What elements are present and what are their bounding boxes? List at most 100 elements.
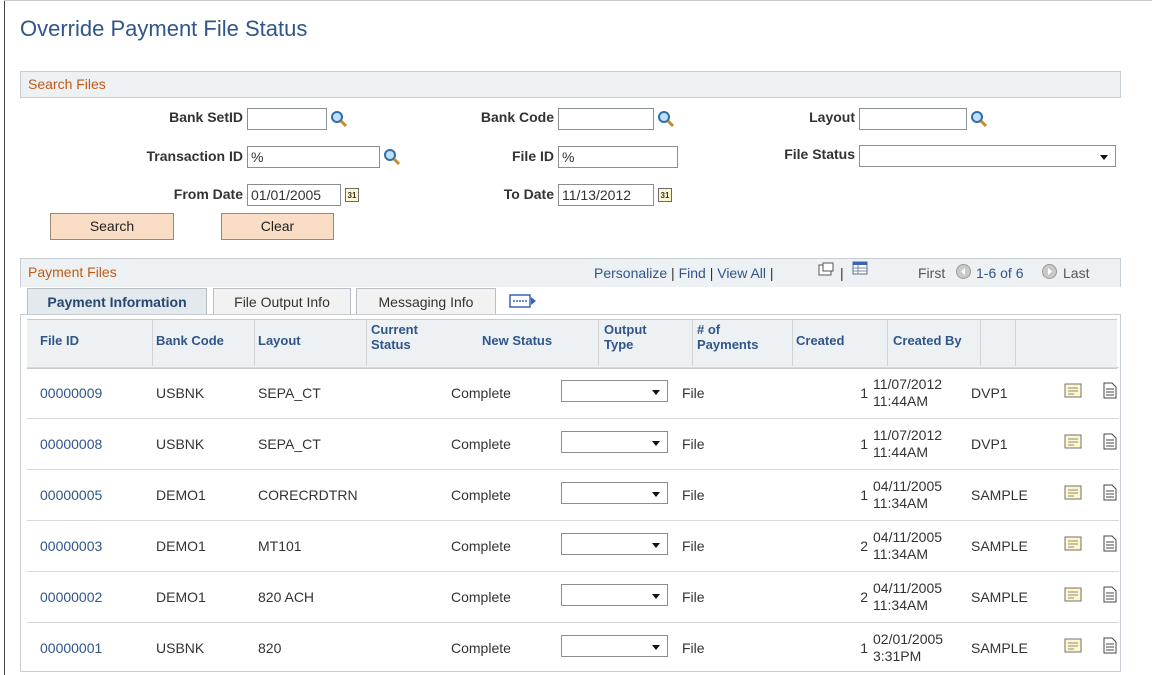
num-payments-cell: 1 <box>860 640 868 656</box>
header-divider <box>887 320 888 366</box>
file-status-label: File Status <box>784 146 855 162</box>
note-icon[interactable] <box>1064 587 1082 603</box>
document-icon[interactable] <box>1103 586 1117 603</box>
layout-cell: CORECRDTRN <box>258 487 358 503</box>
separator: | <box>769 265 774 281</box>
col-created-by[interactable]: Created By <box>893 333 962 348</box>
bank-code-input[interactable] <box>558 108 654 130</box>
col-output-type[interactable]: Output Type <box>604 322 647 352</box>
created-cell: 04/11/2005 11:34AM <box>873 529 942 563</box>
new-status-dropdown-icon <box>652 390 660 395</box>
col-num-payments-line1: # of <box>697 322 721 337</box>
note-icon[interactable] <box>1064 638 1082 654</box>
document-icon[interactable] <box>1103 433 1117 450</box>
bank-code-cell: DEMO1 <box>156 487 206 503</box>
document-icon[interactable] <box>1103 637 1117 654</box>
show-all-columns-icon[interactable] <box>509 294 537 308</box>
file-id-link[interactable]: 00000003 <box>40 538 102 554</box>
file-id-link[interactable]: 00000001 <box>40 640 102 656</box>
first-label: First <box>918 265 946 281</box>
file-id-link[interactable]: 00000008 <box>40 436 102 452</box>
to-date-calendar-icon[interactable]: 31 <box>658 188 672 202</box>
document-icon[interactable] <box>1103 382 1117 399</box>
header-divider <box>152 320 153 366</box>
num-payments-cell: 1 <box>860 385 868 401</box>
tab-payment-information[interactable]: Payment Information <box>27 288 207 315</box>
output-type-cell: File <box>682 640 705 656</box>
note-icon[interactable] <box>1064 536 1082 552</box>
layout-label: Layout <box>809 109 855 125</box>
created-by-cell: SAMPLE <box>971 487 1028 503</box>
col-num-payments-line2: Payments <box>697 337 759 352</box>
file-id-link[interactable]: 00000005 <box>40 487 102 503</box>
from-date-input[interactable]: 01/01/2005 <box>247 184 341 206</box>
created-cell: 02/01/2005 3:31PM <box>873 631 943 665</box>
previous-arrow-icon[interactable] <box>956 264 971 279</box>
bank-code-cell: USBNK <box>156 436 205 452</box>
col-file-id[interactable]: File ID <box>40 333 79 348</box>
current-status-cell: Complete <box>451 640 511 656</box>
file-id-label: File ID <box>511 148 554 164</box>
col-new-status[interactable]: New Status <box>482 333 552 348</box>
created-date: 04/11/2005 <box>873 580 943 596</box>
col-current-status[interactable]: Current Status <box>371 322 418 352</box>
col-bank-code[interactable]: Bank Code <box>156 333 224 348</box>
header-divider <box>980 320 981 366</box>
find-link[interactable]: Find <box>679 265 706 281</box>
file-status-select[interactable] <box>859 145 1116 167</box>
created-cell: 11/07/2012 11:44AM <box>873 427 942 461</box>
new-window-icon[interactable] <box>818 262 834 276</box>
to-date-input[interactable]: 11/13/2012 <box>558 184 654 206</box>
personalize-link[interactable]: Personalize <box>594 265 667 281</box>
output-type-cell: File <box>682 487 705 503</box>
note-icon[interactable] <box>1064 383 1082 399</box>
created-date: 04/11/2005 <box>873 529 943 545</box>
created-by-cell: DVP1 <box>971 385 1008 401</box>
bank-setid-lookup-icon[interactable] <box>330 110 348 128</box>
document-icon[interactable] <box>1103 535 1117 552</box>
current-status-cell: Complete <box>451 538 511 554</box>
col-output-type-line2: Type <box>604 337 634 352</box>
layout-lookup-icon[interactable] <box>970 110 988 128</box>
clear-button[interactable]: Clear <box>221 213 334 240</box>
new-status-dropdown-icon <box>652 492 660 497</box>
file-id-link[interactable]: 00000002 <box>40 589 102 605</box>
num-payments-cell: 1 <box>860 487 868 503</box>
num-payments-cell: 2 <box>860 538 868 554</box>
header-divider <box>792 320 793 366</box>
bank-code-cell: USBNK <box>156 385 205 401</box>
tab-messaging-info[interactable]: Messaging Info <box>356 288 496 315</box>
created-cell: 04/11/2005 11:34AM <box>873 478 942 512</box>
download-spreadsheet-icon[interactable] <box>852 261 868 275</box>
created-time: 11:34AM <box>873 546 928 562</box>
transaction-id-lookup-icon[interactable] <box>383 148 401 166</box>
col-created[interactable]: Created <box>796 333 844 348</box>
note-icon[interactable] <box>1064 434 1082 450</box>
layout-cell: SEPA_CT <box>258 436 321 452</box>
bank-setid-input[interactable] <box>247 108 327 130</box>
next-arrow-icon[interactable] <box>1042 264 1057 279</box>
bank-code-lookup-icon[interactable] <box>657 110 675 128</box>
file-id-input[interactable]: % <box>558 146 678 168</box>
header-divider <box>1015 320 1016 366</box>
created-by-cell: SAMPLE <box>971 589 1028 605</box>
note-icon[interactable] <box>1064 485 1082 501</box>
separator: | <box>671 265 675 281</box>
current-status-cell: Complete <box>451 589 511 605</box>
view-all-link[interactable]: View All <box>717 265 766 281</box>
from-date-calendar-icon[interactable]: 31 <box>345 188 359 202</box>
file-status-dropdown-icon <box>1100 155 1108 160</box>
layout-input[interactable] <box>859 108 967 130</box>
transaction-id-input[interactable]: % <box>247 146 380 168</box>
tab-file-output-info[interactable]: File Output Info <box>213 288 351 315</box>
document-icon[interactable] <box>1103 484 1117 501</box>
header-divider <box>366 320 367 366</box>
page-title: Override Payment File Status <box>20 16 308 41</box>
col-num-payments[interactable]: # of Payments <box>697 322 758 352</box>
layout-cell: 820 <box>258 640 282 656</box>
search-button[interactable]: Search <box>50 213 174 240</box>
file-id-link[interactable]: 00000009 <box>40 385 102 401</box>
grid-navigation: Personalize | Find | View All | <box>594 265 774 281</box>
layout-cell: SEPA_CT <box>258 385 321 401</box>
col-layout[interactable]: Layout <box>258 333 301 348</box>
